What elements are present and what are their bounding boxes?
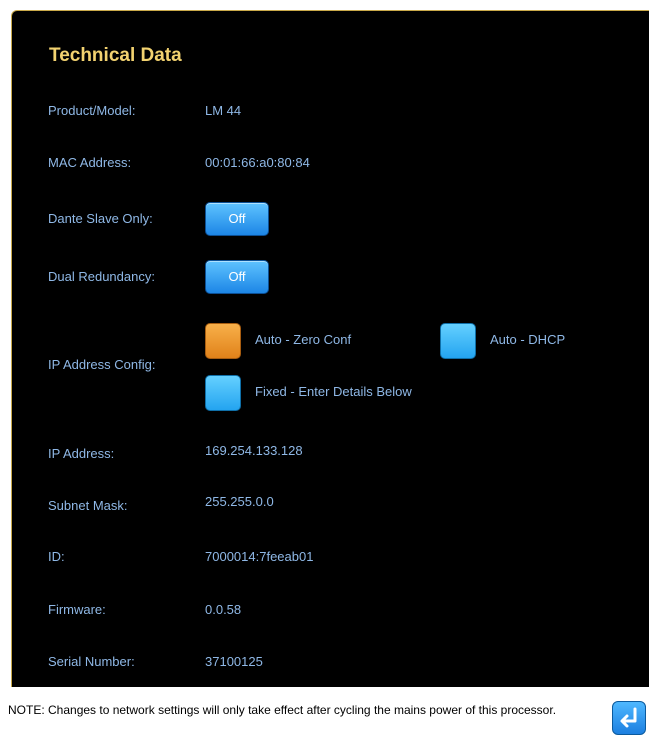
ip-address-value[interactable]: 169.254.133.128 [205,443,303,458]
auto-dhcp-label: Auto - DHCP [490,332,566,347]
product-model-value: LM 44 [205,103,242,118]
serial-number-label: Serial Number: [48,654,135,669]
id-label: ID: [48,549,65,564]
auto-dhcp-option[interactable] [440,323,476,359]
auto-zero-conf-option[interactable] [205,323,241,359]
id-value: 7000014:7feeab01 [205,549,314,564]
dual-redundancy-toggle[interactable]: Off [205,260,269,294]
fixed-ip-option[interactable] [205,375,241,411]
fixed-ip-label: Fixed - Enter Details Below [255,384,412,399]
product-model-label: Product/Model: [48,103,136,118]
subnet-mask-label: Subnet Mask: [48,498,128,513]
return-arrow-icon [620,707,637,728]
firmware-label: Firmware: [48,602,106,617]
serial-number-value: 37100125 [205,654,263,669]
panel-title: Technical Data [49,45,182,66]
mac-address-label: MAC Address: [48,155,132,170]
firmware-value: 0.0.58 [205,602,242,617]
mac-address-value: 00:01:66:a0:80:84 [205,155,310,170]
auto-zero-conf-label: Auto - Zero Conf [255,332,352,347]
dante-slave-only-label: Dante Slave Only: [48,211,153,226]
return-button[interactable] [612,701,646,735]
dante-slave-only-toggle[interactable]: Off [205,202,269,236]
subnet-mask-value[interactable]: 255.255.0.0 [205,494,274,509]
network-settings-note: NOTE: Changes to network settings will o… [8,703,557,717]
dual-redundancy-label: Dual Redundancy: [48,269,155,284]
ip-address-config-label: IP Address Config: [48,357,156,372]
ip-address-label: IP Address: [48,446,115,461]
